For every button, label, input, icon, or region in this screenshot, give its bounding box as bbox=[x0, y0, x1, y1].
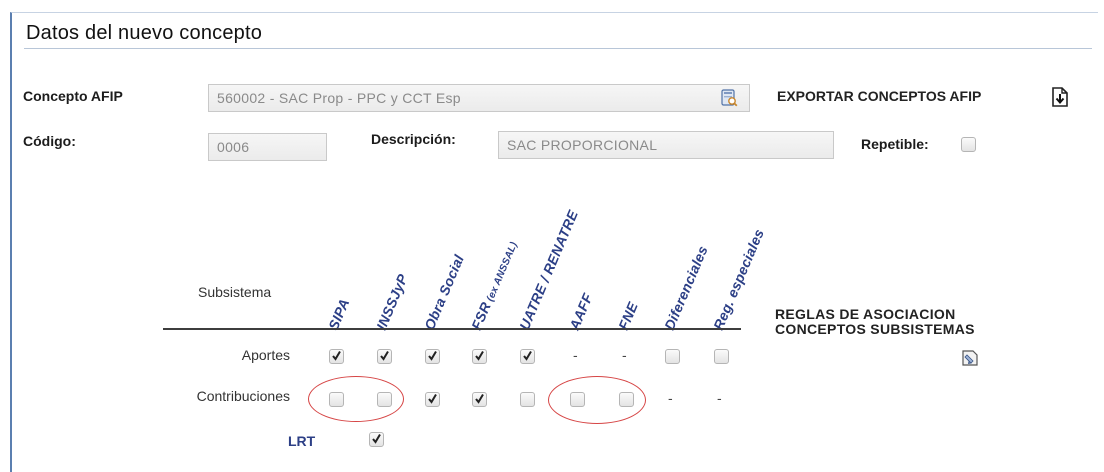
lrt-checkbox[interactable] bbox=[369, 432, 384, 447]
checkbox-aportes-uatre[interactable] bbox=[520, 349, 535, 364]
descripcion-label: Descripción: bbox=[371, 131, 456, 147]
highlight-ellipse-aaff-fne bbox=[548, 376, 646, 424]
concepto-afip-field[interactable]: 560002 - SAC Prop - PPC y CCT Esp bbox=[208, 84, 750, 112]
checkbox-aportes-diferenciales[interactable] bbox=[665, 349, 680, 364]
export-concepts-link[interactable]: EXPORTAR CONCEPTOS AFIP bbox=[777, 88, 981, 104]
lookup-icon[interactable] bbox=[720, 89, 738, 107]
highlight-ellipse-sipa-inssjyp bbox=[308, 376, 404, 422]
checkbox-aportes-reg_especiales[interactable] bbox=[714, 349, 729, 364]
cell-na-0-fne: - bbox=[622, 347, 627, 363]
cell-na-0-aaff: - bbox=[573, 347, 578, 363]
checkbox-aportes-obra_social[interactable] bbox=[425, 349, 440, 364]
row-label-contribuciones: Contribuciones bbox=[196, 388, 290, 404]
repetible-checkbox[interactable] bbox=[961, 137, 976, 152]
row-label-aportes: Aportes bbox=[241, 347, 290, 363]
subsistema-header: Subsistema bbox=[198, 284, 272, 300]
checkbox-contribuciones-fsr[interactable] bbox=[472, 392, 487, 407]
cell-na-1-reg_especiales: - bbox=[717, 390, 722, 406]
download-icon[interactable] bbox=[1049, 86, 1071, 108]
repetible-label: Repetible: bbox=[861, 136, 929, 152]
concepto-afip-label: Concepto AFIP bbox=[23, 88, 123, 104]
codigo-label: Código: bbox=[23, 133, 76, 149]
lrt-label: LRT bbox=[288, 433, 316, 449]
cell-na-1-diferenciales: - bbox=[668, 390, 673, 406]
checkbox-contribuciones-uatre[interactable] bbox=[520, 392, 535, 407]
checkbox-contribuciones-obra_social[interactable] bbox=[425, 392, 440, 407]
codigo-field[interactable]: 0006 bbox=[208, 133, 327, 161]
checkbox-aportes-inssjyp[interactable] bbox=[377, 349, 392, 364]
rules-label: REGLAS DE ASOCIACION CONCEPTOS SUBSISTEM… bbox=[775, 306, 975, 337]
rules-edit-icon[interactable] bbox=[960, 348, 980, 368]
section-title: Datos del nuevo concepto bbox=[26, 22, 263, 44]
title-divider bbox=[24, 48, 1092, 49]
subsystem-grid-divider bbox=[163, 328, 741, 330]
checkbox-aportes-sipa[interactable] bbox=[329, 349, 344, 364]
checkbox-aportes-fsr[interactable] bbox=[472, 349, 487, 364]
descripcion-field[interactable]: SAC PROPORCIONAL bbox=[498, 131, 834, 159]
